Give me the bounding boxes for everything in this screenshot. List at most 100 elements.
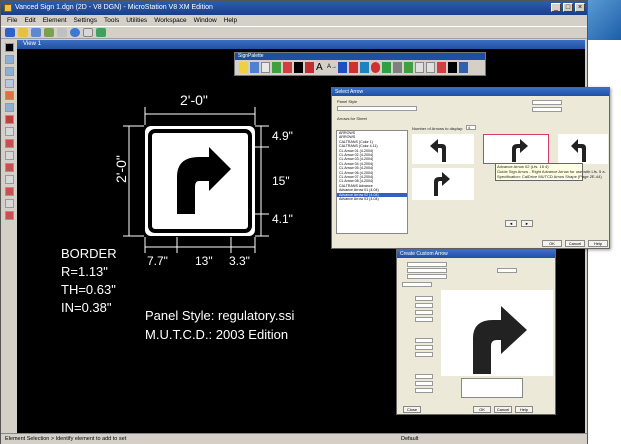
length-field-1[interactable] xyxy=(415,296,433,301)
arrow-tile[interactable] xyxy=(412,168,474,200)
arrow-tile[interactable] xyxy=(412,134,474,164)
panel-style-field[interactable] xyxy=(337,106,417,111)
status-level: Default xyxy=(401,436,419,442)
sign-panel-icon[interactable] xyxy=(239,62,248,73)
angle-field-1[interactable] xyxy=(415,374,433,379)
cancel-button[interactable]: Cancel xyxy=(565,240,585,247)
width-field-1[interactable] xyxy=(415,338,433,343)
delete-tool-icon[interactable] xyxy=(5,115,14,124)
scroll-left-button[interactable]: ◄ xyxy=(505,220,517,227)
menu-settings[interactable]: Settings xyxy=(74,15,98,26)
close-button[interactable]: × xyxy=(575,3,585,12)
move-tool-icon[interactable] xyxy=(5,139,14,148)
rotate-tool-icon[interactable] xyxy=(5,151,14,160)
copy-tool-icon[interactable] xyxy=(5,127,14,136)
menu-element[interactable]: Element xyxy=(43,15,67,26)
border-icon[interactable] xyxy=(283,62,292,73)
group-icon[interactable] xyxy=(426,62,435,73)
length-field-2[interactable] xyxy=(415,303,433,308)
interstate-shield-icon[interactable] xyxy=(338,62,347,73)
type-field[interactable] xyxy=(407,274,447,279)
arrow-category-tree[interactable]: ARROWS ARROWS CALTRANS (Color 1) CALTRAN… xyxy=(336,130,408,234)
arrow-library-icon[interactable] xyxy=(437,62,446,73)
open-file-icon[interactable] xyxy=(18,28,28,37)
custom-arrow-icon[interactable] xyxy=(448,62,457,73)
save-icon[interactable] xyxy=(31,28,41,37)
shape-field[interactable] xyxy=(497,268,517,273)
minimize-button[interactable]: _ xyxy=(551,3,561,12)
standard-field[interactable] xyxy=(407,268,447,273)
line-tool-icon[interactable] xyxy=(5,55,14,64)
status-bar: Element Selection > Identify element to … xyxy=(1,433,587,444)
close-button[interactable]: Close xyxy=(403,406,421,413)
stop-sign-icon[interactable] xyxy=(371,62,380,73)
dimension-icon[interactable] xyxy=(415,62,424,73)
undo-icon[interactable] xyxy=(44,28,54,37)
state-route-icon[interactable] xyxy=(360,62,369,73)
arrow-info-box xyxy=(461,378,523,398)
help-button[interactable]: Help xyxy=(588,240,608,247)
arrow-tile[interactable] xyxy=(558,134,608,164)
menu-help[interactable]: Help xyxy=(224,15,237,26)
units-field[interactable] xyxy=(532,100,562,105)
custom-arrow-preview-icon xyxy=(473,306,527,374)
new-file-icon[interactable] xyxy=(5,28,15,37)
ok-button[interactable]: OK xyxy=(473,406,491,413)
menu-edit[interactable]: Edit xyxy=(24,15,35,26)
tree-item[interactable]: Advance Arrow 03 (4-04) xyxy=(337,197,407,201)
redo-icon[interactable] xyxy=(57,28,67,37)
mirror-tool-icon[interactable] xyxy=(5,175,14,184)
length-field-4[interactable] xyxy=(415,317,433,322)
ok-button[interactable]: OK xyxy=(542,240,562,247)
app-icon xyxy=(4,4,12,12)
maximize-button[interactable]: □ xyxy=(563,3,573,12)
fence-tool-icon[interactable] xyxy=(5,199,14,208)
red-block-icon[interactable] xyxy=(305,62,314,73)
shape-tool-icon[interactable] xyxy=(5,79,14,88)
width-field-2[interactable] xyxy=(415,345,433,350)
select-tool-icon[interactable] xyxy=(5,43,14,52)
shield-icon[interactable] xyxy=(272,62,281,73)
measure-tool-icon[interactable] xyxy=(5,211,14,220)
settings-icon[interactable] xyxy=(83,28,93,37)
text-arrow-icon[interactable]: A→ xyxy=(327,62,337,73)
us-route-icon[interactable] xyxy=(349,62,358,73)
menu-file[interactable]: File xyxy=(7,15,17,26)
render-icon[interactable] xyxy=(96,28,106,37)
line-icon[interactable] xyxy=(393,62,402,73)
black-block-icon[interactable] xyxy=(294,62,303,73)
menu-window[interactable]: Window xyxy=(194,15,217,26)
help-button[interactable]: Help xyxy=(515,406,533,413)
right-dim-label-middle: 15" xyxy=(272,174,290,188)
arrow-tile-selected[interactable] xyxy=(483,134,549,164)
place-panel-icon[interactable] xyxy=(250,62,259,73)
angle-field-3[interactable] xyxy=(415,388,433,393)
name-field[interactable] xyxy=(407,262,447,267)
text-tool-icon[interactable]: A xyxy=(316,62,325,73)
right-turn-arrow-icon xyxy=(512,139,528,162)
cancel-button[interactable]: Cancel xyxy=(494,406,512,413)
menu-bar: File Edit Element Settings Tools Utiliti… xyxy=(1,15,587,26)
help-icon[interactable] xyxy=(70,28,80,37)
circle-tool-icon[interactable] xyxy=(5,91,14,100)
window-controls: _ □ × xyxy=(551,3,585,12)
settings-icon[interactable] xyxy=(459,62,468,73)
exit-tab-icon[interactable] xyxy=(404,62,413,73)
scroll-right-button[interactable]: ► xyxy=(521,220,533,227)
array-tool-icon[interactable] xyxy=(5,187,14,196)
angle-field-2[interactable] xyxy=(415,381,433,386)
text-tool-icon[interactable] xyxy=(5,103,14,112)
menu-utilities[interactable]: Utilities xyxy=(126,15,147,26)
right-advance-arrow-icon xyxy=(434,172,450,196)
arc-tool-icon[interactable] xyxy=(5,67,14,76)
scale-tool-icon[interactable] xyxy=(5,163,14,172)
view-title: View 1 xyxy=(23,41,41,47)
length-field-3[interactable] xyxy=(415,310,433,315)
edit-panel-icon[interactable] xyxy=(261,62,270,73)
green-panel-icon[interactable] xyxy=(382,62,391,73)
width-field-3[interactable] xyxy=(415,352,433,357)
tab-field[interactable] xyxy=(402,282,432,287)
menu-tools[interactable]: Tools xyxy=(104,15,119,26)
menu-workspace[interactable]: Workspace xyxy=(154,15,186,26)
arrow-field[interactable] xyxy=(532,107,562,112)
